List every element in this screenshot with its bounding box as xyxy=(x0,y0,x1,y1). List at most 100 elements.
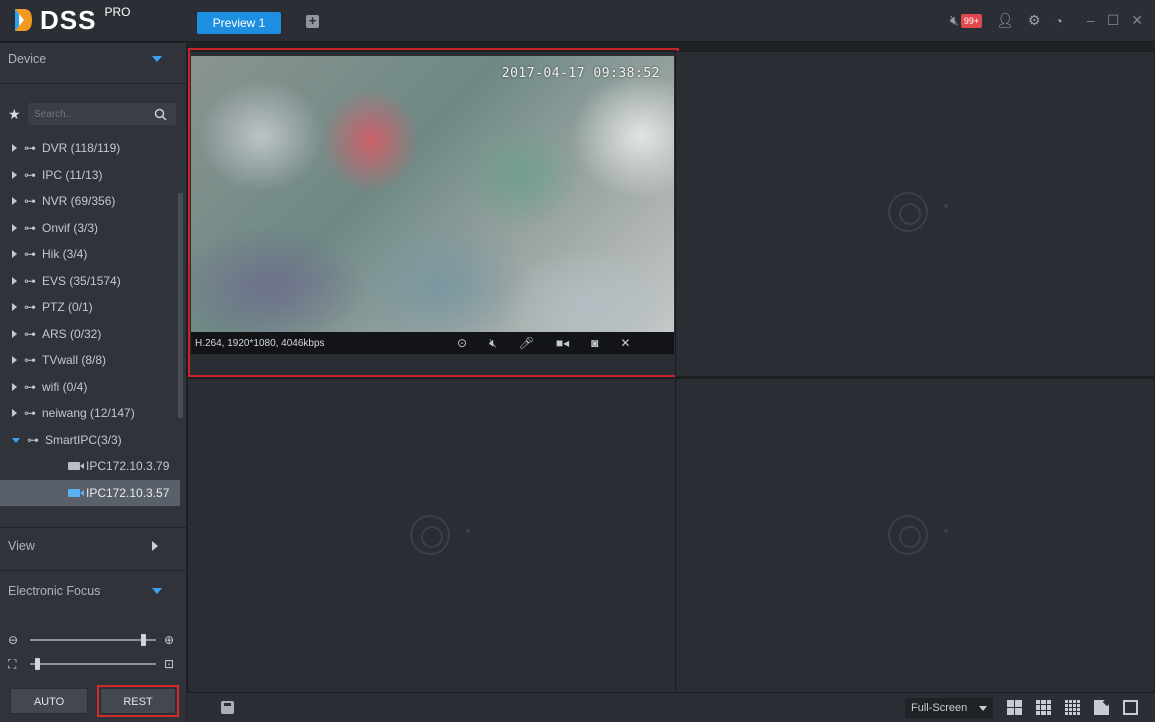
search-icon[interactable] xyxy=(154,108,167,121)
gear-icon[interactable]: ⚙ xyxy=(1028,12,1041,29)
expand-arrow-icon[interactable] xyxy=(12,250,17,259)
rest-highlight-frame xyxy=(97,685,179,717)
expand-arrow-icon[interactable] xyxy=(12,303,17,312)
video-window-2[interactable] xyxy=(675,51,1155,377)
focus-slider-thumb[interactable] xyxy=(35,658,41,670)
tree-item-smartipc[interactable]: ⊶ SmartIPC(3/3) xyxy=(0,427,180,454)
tree-item-label: SmartIPC(3/3) xyxy=(45,432,122,447)
device-panel-label: Device xyxy=(8,52,47,66)
tree-item-ptz[interactable]: ⊶ PTZ (0/1) xyxy=(0,294,180,321)
tree-item-neiwang[interactable]: ⊶ neiwang (12/147) xyxy=(0,400,180,427)
decor-dot xyxy=(944,529,948,533)
focus-slider[interactable] xyxy=(30,658,156,670)
tree-scrollbar[interactable] xyxy=(178,193,183,418)
plus-icon[interactable]: + xyxy=(306,14,319,28)
tree-item-dvr[interactable]: ⊶ DVR (118/119) xyxy=(0,135,180,162)
titlebar-actions: 🔇︎ 99+ 👤︎ ⚙ ◔ – ☐ ✕ xyxy=(950,12,1143,29)
minimize-icon[interactable]: – xyxy=(1087,12,1095,29)
device-group-icon: ⊶ xyxy=(24,141,36,156)
tree-item-label: DVR (118/119) xyxy=(42,141,121,156)
alarm-mute-button[interactable]: 🔇︎ 99+ xyxy=(950,12,983,29)
bottom-toolbar: Full-Screen xyxy=(187,693,1155,722)
maximize-icon[interactable]: ☐ xyxy=(1107,12,1120,29)
gauge-icon[interactable]: ◔ xyxy=(1054,13,1062,29)
device-tree: ⊶ DVR (118/119) ⊶ IPC (11/13) ⊶ NVR (69/356… xyxy=(0,135,180,506)
favorite-star-icon[interactable]: ★ xyxy=(8,106,28,123)
edit-layout-icon[interactable] xyxy=(1094,700,1109,715)
decor-dot xyxy=(944,204,948,208)
expand-arrow-icon[interactable] xyxy=(12,409,17,418)
zoom-slider[interactable] xyxy=(30,634,156,646)
collapse-arrow-icon[interactable] xyxy=(12,438,20,444)
fit-window-icon[interactable] xyxy=(1123,700,1138,715)
device-group-icon: ⊶ xyxy=(24,247,36,262)
tree-item-tvwall[interactable]: ⊶ TVwall (8/8) xyxy=(0,347,180,374)
tree-item-camera-selected[interactable]: IPC172.10.3.57 xyxy=(0,479,180,506)
tree-item-ipc[interactable]: ⊶ IPC (11/13) xyxy=(0,162,180,189)
expand-arrow-icon[interactable] xyxy=(12,197,17,206)
chevron-right-icon xyxy=(152,541,158,551)
user-icon[interactable]: 👤︎ xyxy=(996,12,1014,29)
decor-dot xyxy=(466,529,470,533)
video-window-4[interactable] xyxy=(675,378,1155,693)
expand-arrow-icon[interactable] xyxy=(12,382,17,391)
focus-far-icon[interactable]: ⊡ xyxy=(164,657,178,671)
expand-arrow-icon[interactable] xyxy=(12,276,17,285)
expand-arrow-icon[interactable] xyxy=(12,170,17,179)
tree-item-label: NVR (69/356) xyxy=(42,194,116,209)
focus-near-icon[interactable]: ⛶ xyxy=(8,657,22,672)
zoom-slider-thumb[interactable] xyxy=(140,634,146,646)
tree-item-nvr[interactable]: ⊶ NVR (69/356) xyxy=(0,188,180,215)
chevron-down-icon xyxy=(979,706,987,711)
tree-item-onvif[interactable]: ⊶ Onvif (3/3) xyxy=(0,215,180,242)
tree-item-label: Onvif (3/3) xyxy=(42,220,99,235)
save-icon[interactable] xyxy=(221,701,234,714)
tree-item-label: Hik (3/4) xyxy=(42,247,88,262)
layout-9-icon[interactable] xyxy=(1036,700,1051,715)
video-window-3[interactable] xyxy=(187,378,676,693)
notification-badge: 99+ xyxy=(960,13,983,28)
tree-item-camera[interactable]: IPC172.10.3.79 xyxy=(0,453,180,480)
selected-window-highlight xyxy=(188,48,679,377)
zoom-slider-row: ⊖ ⊕ xyxy=(8,632,178,648)
film-reel-icon xyxy=(888,515,928,555)
device-group-icon: ⊶ xyxy=(24,220,36,235)
tree-item-label: wifi (0/4) xyxy=(42,379,88,394)
zoom-out-icon[interactable]: ⊖ xyxy=(8,633,22,647)
device-group-icon: ⊶ xyxy=(24,300,36,315)
tree-item-wifi[interactable]: ⊶ wifi (0/4) xyxy=(0,374,180,401)
view-panel-label: View xyxy=(8,539,35,553)
close-icon[interactable]: ✕ xyxy=(1131,12,1143,29)
focus-slider-row: ⛶ ⊡ xyxy=(8,656,178,672)
divider xyxy=(0,527,186,528)
tree-item-label: IPC172.10.3.79 xyxy=(86,459,170,474)
expand-arrow-icon[interactable] xyxy=(12,356,17,365)
tab-preview-1[interactable]: Preview 1 xyxy=(197,12,281,34)
tree-item-evs[interactable]: ⊶ EVS (35/1574) xyxy=(0,268,180,295)
tree-item-label: TVwall (8/8) xyxy=(42,353,107,368)
device-group-icon: ⊶ xyxy=(24,167,36,182)
focus-panel-label: Electronic Focus xyxy=(8,584,101,598)
search-box xyxy=(28,103,176,125)
film-reel-icon xyxy=(888,192,928,232)
expand-arrow-icon[interactable] xyxy=(12,223,17,232)
view-panel-header[interactable]: View xyxy=(0,530,186,562)
device-search-input[interactable] xyxy=(34,108,154,120)
zoom-in-icon[interactable]: ⊕ xyxy=(164,633,178,647)
focus-panel-header[interactable]: Electronic Focus xyxy=(0,575,186,607)
device-group-icon: ⊶ xyxy=(24,406,36,421)
tree-item-hik[interactable]: ⊶ Hik (3/4) xyxy=(0,241,180,268)
tree-item-label: IPC (11/13) xyxy=(42,167,103,182)
tree-item-ars[interactable]: ⊶ ARS (0/32) xyxy=(0,321,180,348)
divider xyxy=(0,570,186,571)
fullscreen-select[interactable]: Full-Screen xyxy=(905,698,993,718)
layout-4-icon[interactable] xyxy=(1007,700,1022,715)
device-panel-header[interactable]: Device xyxy=(0,43,186,75)
device-group-icon: ⊶ xyxy=(24,194,36,209)
auto-button[interactable]: AUTO xyxy=(10,688,88,714)
layout-16-icon[interactable] xyxy=(1065,700,1080,715)
camera-icon xyxy=(68,488,84,497)
expand-arrow-icon[interactable] xyxy=(12,329,17,338)
expand-arrow-icon[interactable] xyxy=(12,144,17,153)
layout-switcher xyxy=(1007,700,1138,715)
